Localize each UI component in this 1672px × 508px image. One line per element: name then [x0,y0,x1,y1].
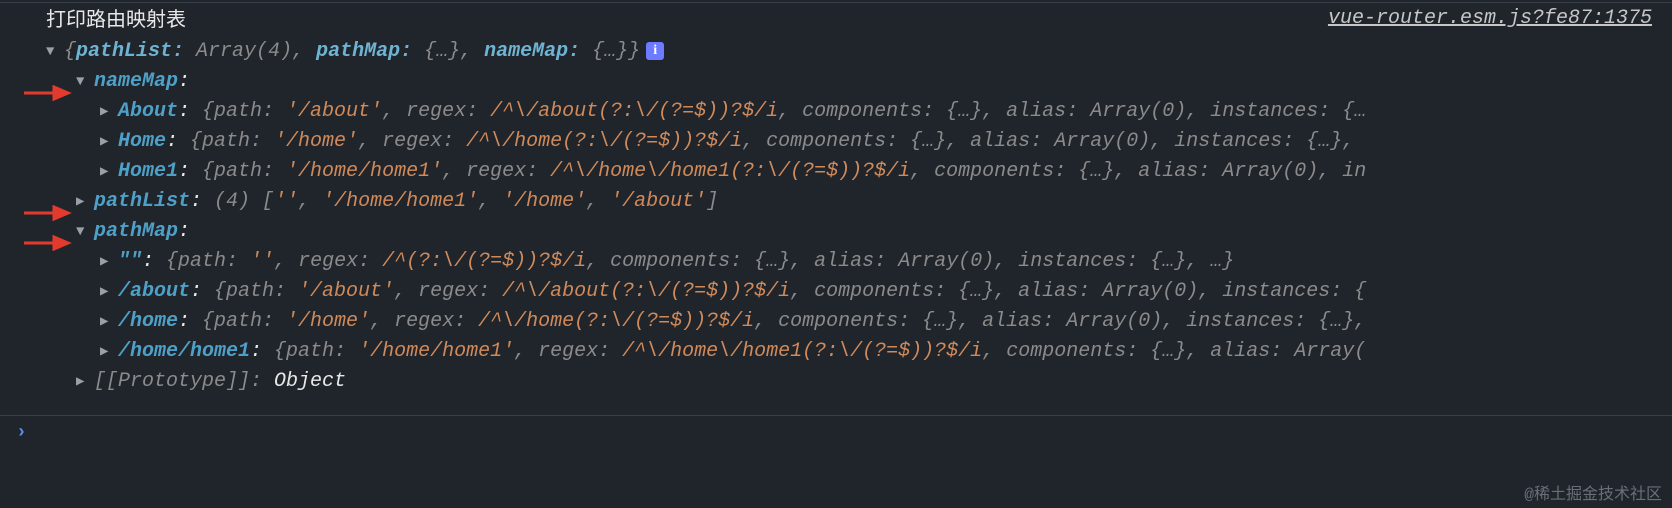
expand-icon[interactable] [100,277,118,307]
expand-icon[interactable] [100,127,118,157]
namemap-entry[interactable]: Home: {path: '/home', regex: /^\/home(?:… [0,127,1672,157]
expand-icon[interactable] [100,337,118,367]
object-summary-row[interactable]: {pathList: Array(4), pathMap: {…}, nameM… [0,37,1672,67]
arrow-icon [24,235,74,251]
console-panel: vue-router.esm.js?fe87:1375 打印路由映射表 {pat… [0,2,1672,508]
namemap-row[interactable]: nameMap: [0,67,1672,97]
namemap-entry[interactable]: Home1: {path: '/home/home1', regex: /^\/… [0,157,1672,187]
pathmap-entry[interactable]: /home/home1: {path: '/home/home1', regex… [0,337,1672,367]
expand-icon[interactable] [100,97,118,127]
arrow-icon [24,85,74,101]
expand-icon[interactable] [100,247,118,277]
pathlist-items: '', '/home/home1', '/home', '/about' [274,190,706,213]
pathmap-entry[interactable]: /about: {path: '/about', regex: /^\/abou… [0,277,1672,307]
log-message-row: 打印路由映射表 [0,7,1672,37]
namemap-entries: About: {path: '/about', regex: /^\/about… [0,97,1672,187]
expand-icon[interactable] [76,217,94,247]
expand-icon[interactable] [46,37,64,67]
expand-icon[interactable] [76,367,94,397]
pathmap-entry[interactable]: "": {path: '', regex: /^(?:\/(?=$))?$/i,… [0,247,1672,277]
expand-icon[interactable] [76,187,94,217]
watermark: @稀土掘金技术社区 [1524,480,1662,504]
info-icon[interactable]: i [646,42,664,60]
console-log: 打印路由映射表 {pathList: Array(4), pathMap: {…… [0,7,1672,397]
log-message: 打印路由映射表 [46,10,186,33]
pathmap-row[interactable]: pathMap: [0,217,1672,247]
pathmap-entry[interactable]: /home: {path: '/home', regex: /^\/home(?… [0,307,1672,337]
expand-icon[interactable] [100,157,118,187]
expand-icon[interactable] [76,67,94,97]
divider [0,415,1672,416]
pathmap-entries: "": {path: '', regex: /^(?:\/(?=$))?$/i,… [0,247,1672,367]
console-prompt[interactable]: › [16,423,27,443]
expand-icon[interactable] [100,307,118,337]
pathlist-row[interactable]: pathList: (4) ['', '/home/home1', '/home… [0,187,1672,217]
prototype-row[interactable]: [[Prototype]]: Object [0,367,1672,397]
namemap-entry[interactable]: About: {path: '/about', regex: /^\/about… [0,97,1672,127]
arrow-icon [24,205,74,221]
